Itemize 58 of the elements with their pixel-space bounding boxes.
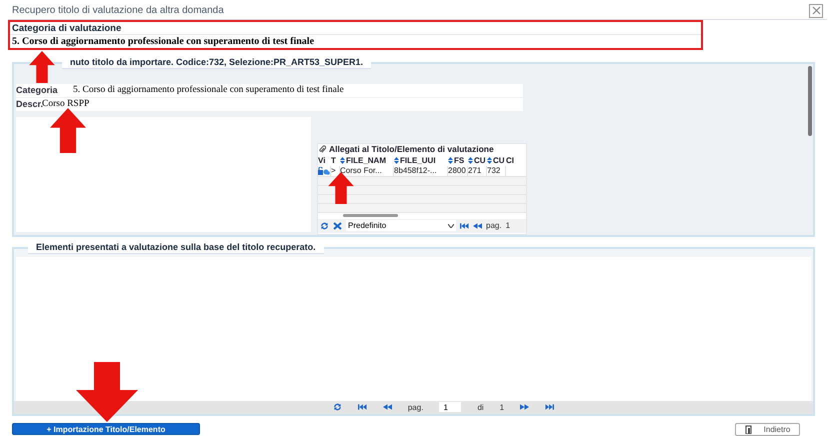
column-header[interactable]: Vi	[318, 156, 326, 165]
table-cell: 2800	[448, 166, 466, 176]
of-label: di	[477, 402, 484, 412]
field-label: Descr.	[16, 99, 42, 110]
page-input[interactable]: 1	[439, 402, 462, 412]
last-page-icon[interactable]	[545, 403, 554, 412]
door-icon	[744, 424, 754, 434]
field-value: 5. Corso di aggiornamento professionale con superamento di test finale	[73, 85, 344, 96]
table-cell: Corso For...	[340, 166, 382, 176]
annotation-arrow	[326, 172, 356, 204]
tools-icon[interactable]	[333, 222, 342, 230]
grid-title: Allegati al Titolo/Elemento di valutazione	[329, 144, 494, 154]
scrollbar-thumb[interactable]	[808, 66, 812, 136]
table-cell: 271	[468, 166, 482, 176]
column-header[interactable]: CU	[493, 156, 505, 165]
sort-icon[interactable]	[487, 156, 492, 164]
field-value: Corso RSPP	[42, 99, 90, 110]
sort-icon[interactable]	[468, 156, 473, 164]
column-header[interactable]: FILE_NAM	[346, 156, 386, 165]
import-button[interactable]: + Importazione Titolo/Elemento	[12, 423, 200, 436]
field-label: Categoria	[16, 85, 59, 96]
close-button[interactable]	[809, 4, 823, 18]
section-label: Categoria di valutazione	[10, 22, 701, 35]
total-pages: 1	[500, 402, 504, 412]
table-cell: 8b458f12-...	[394, 166, 437, 176]
view-select[interactable]: Predefinito	[346, 220, 456, 232]
category-value: 5. Corso di aggiornamento professionale con superamento di test finale	[11, 34, 316, 48]
page-number: 1	[506, 221, 510, 230]
sort-icon[interactable]	[448, 156, 453, 164]
table-cell: 732	[487, 166, 500, 176]
table-cell: >	[331, 166, 336, 176]
back-button[interactable]: Indietro	[735, 422, 800, 436]
sort-icon[interactable]	[394, 156, 399, 164]
annotation-arrow	[76, 362, 138, 422]
refresh-icon[interactable]	[320, 222, 329, 230]
chevron-down-icon[interactable]	[448, 224, 454, 228]
previous-page-icon[interactable]	[473, 222, 482, 230]
sort-icon[interactable]	[340, 156, 345, 164]
previous-page-icon[interactable]	[382, 403, 392, 412]
page-label: pag.	[408, 402, 424, 412]
page-label: pag.	[486, 221, 502, 230]
unlock-cloud-icon[interactable]	[318, 166, 330, 175]
column-header[interactable]: T	[331, 156, 336, 165]
refresh-icon[interactable]	[332, 403, 342, 412]
column-header[interactable]: CI	[506, 156, 514, 165]
first-page-icon[interactable]	[358, 403, 367, 412]
window-title: Recupero titolo di valutazione da altra domanda	[11, 5, 224, 16]
column-header[interactable]: CU	[474, 156, 486, 165]
panel-legend: nuto titolo da importare. Codice:732, Selezione:PR_ART53_SUPER1.	[62, 56, 372, 69]
column-header[interactable]: FS	[454, 156, 464, 165]
scrollbar-thumb[interactable]	[343, 214, 398, 218]
first-page-icon[interactable]	[460, 222, 469, 230]
annotation-arrow	[28, 51, 56, 83]
next-page-icon[interactable]	[520, 403, 530, 412]
paperclip-icon	[319, 144, 326, 154]
panel-legend: Elementi presentati a valutazione sulla base del titolo recuperato.	[28, 241, 324, 254]
annotation-arrow	[50, 108, 86, 153]
column-header[interactable]: FILE_UUI	[400, 156, 436, 165]
